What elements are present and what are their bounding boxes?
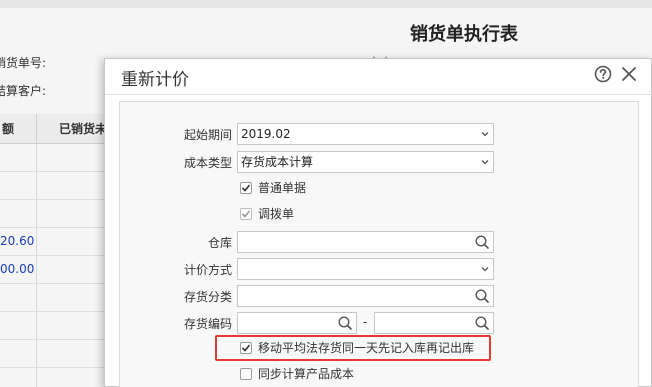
table-row: 20.60 bbox=[0, 228, 110, 256]
background-table: 额 已销货未 20.60 00.00 bbox=[0, 114, 110, 387]
normal-docs-label: 普通单据 bbox=[258, 181, 307, 195]
valuation-method-select[interactable] bbox=[237, 258, 494, 280]
range-separator: - bbox=[363, 315, 368, 329]
valuation-method-label: 计价方式 bbox=[183, 263, 232, 277]
report-title: 销货单执行表 bbox=[410, 24, 518, 45]
normal-docs-checkbox[interactable] bbox=[240, 182, 252, 194]
table-row bbox=[0, 200, 110, 228]
cost-type-select[interactable]: 存货成本计算 bbox=[237, 151, 494, 173]
warehouse-label: 仓库 bbox=[207, 236, 232, 250]
inventory-category-input[interactable] bbox=[237, 285, 494, 307]
inventory-code-to-input[interactable] bbox=[374, 312, 494, 334]
chevron-down-icon bbox=[481, 267, 489, 272]
table-cell-value: 00.00 bbox=[0, 262, 35, 276]
table-row: 00.00 bbox=[0, 256, 110, 284]
sync-cost-checkbox[interactable] bbox=[240, 368, 252, 380]
chevron-down-icon bbox=[481, 160, 489, 165]
table-header-amount: 额 bbox=[0, 114, 37, 144]
background-top-strip bbox=[0, 0, 652, 8]
start-period-select[interactable]: 2019.02 bbox=[237, 123, 494, 145]
moving-average-checkbox[interactable] bbox=[240, 342, 252, 354]
search-icon[interactable] bbox=[337, 315, 353, 331]
search-icon[interactable] bbox=[474, 315, 490, 331]
inventory-category-label: 存货分类 bbox=[183, 290, 232, 304]
search-icon[interactable] bbox=[474, 288, 490, 304]
warehouse-input[interactable] bbox=[237, 231, 494, 253]
start-period-label: 起始期间 bbox=[183, 128, 232, 142]
search-icon[interactable] bbox=[474, 234, 490, 250]
order-no-label: 销货单号: bbox=[0, 56, 47, 70]
table-row bbox=[0, 172, 110, 200]
transfer-docs-label: 调拨单 bbox=[258, 207, 295, 221]
transfer-docs-checkbox[interactable] bbox=[240, 208, 252, 220]
customer-label: 结算客户: bbox=[0, 84, 47, 98]
dialog-title: 重新计价 bbox=[121, 70, 189, 90]
chevron-down-icon bbox=[481, 132, 489, 137]
cost-type-label: 成本类型 bbox=[183, 156, 232, 170]
inventory-code-from-input[interactable] bbox=[237, 312, 357, 334]
table-row bbox=[0, 284, 110, 312]
close-icon[interactable] bbox=[620, 65, 638, 83]
moving-average-label: 移动平均法存货同一天先记入库再记出库 bbox=[258, 341, 475, 355]
sync-cost-label: 同步计算产品成本 bbox=[258, 367, 355, 381]
question-circle-icon[interactable] bbox=[594, 65, 612, 83]
inventory-code-label: 存货编码 bbox=[183, 317, 232, 331]
start-period-value: 2019.02 bbox=[241, 127, 291, 141]
cost-type-value: 存货成本计算 bbox=[241, 155, 314, 169]
table-header-sold: 已销货未 bbox=[37, 114, 110, 144]
table-row bbox=[0, 312, 110, 340]
table-row bbox=[0, 144, 110, 172]
table-row bbox=[0, 340, 110, 368]
table-cell-value: 20.60 bbox=[0, 234, 35, 248]
dialog-header-divider bbox=[105, 94, 652, 95]
